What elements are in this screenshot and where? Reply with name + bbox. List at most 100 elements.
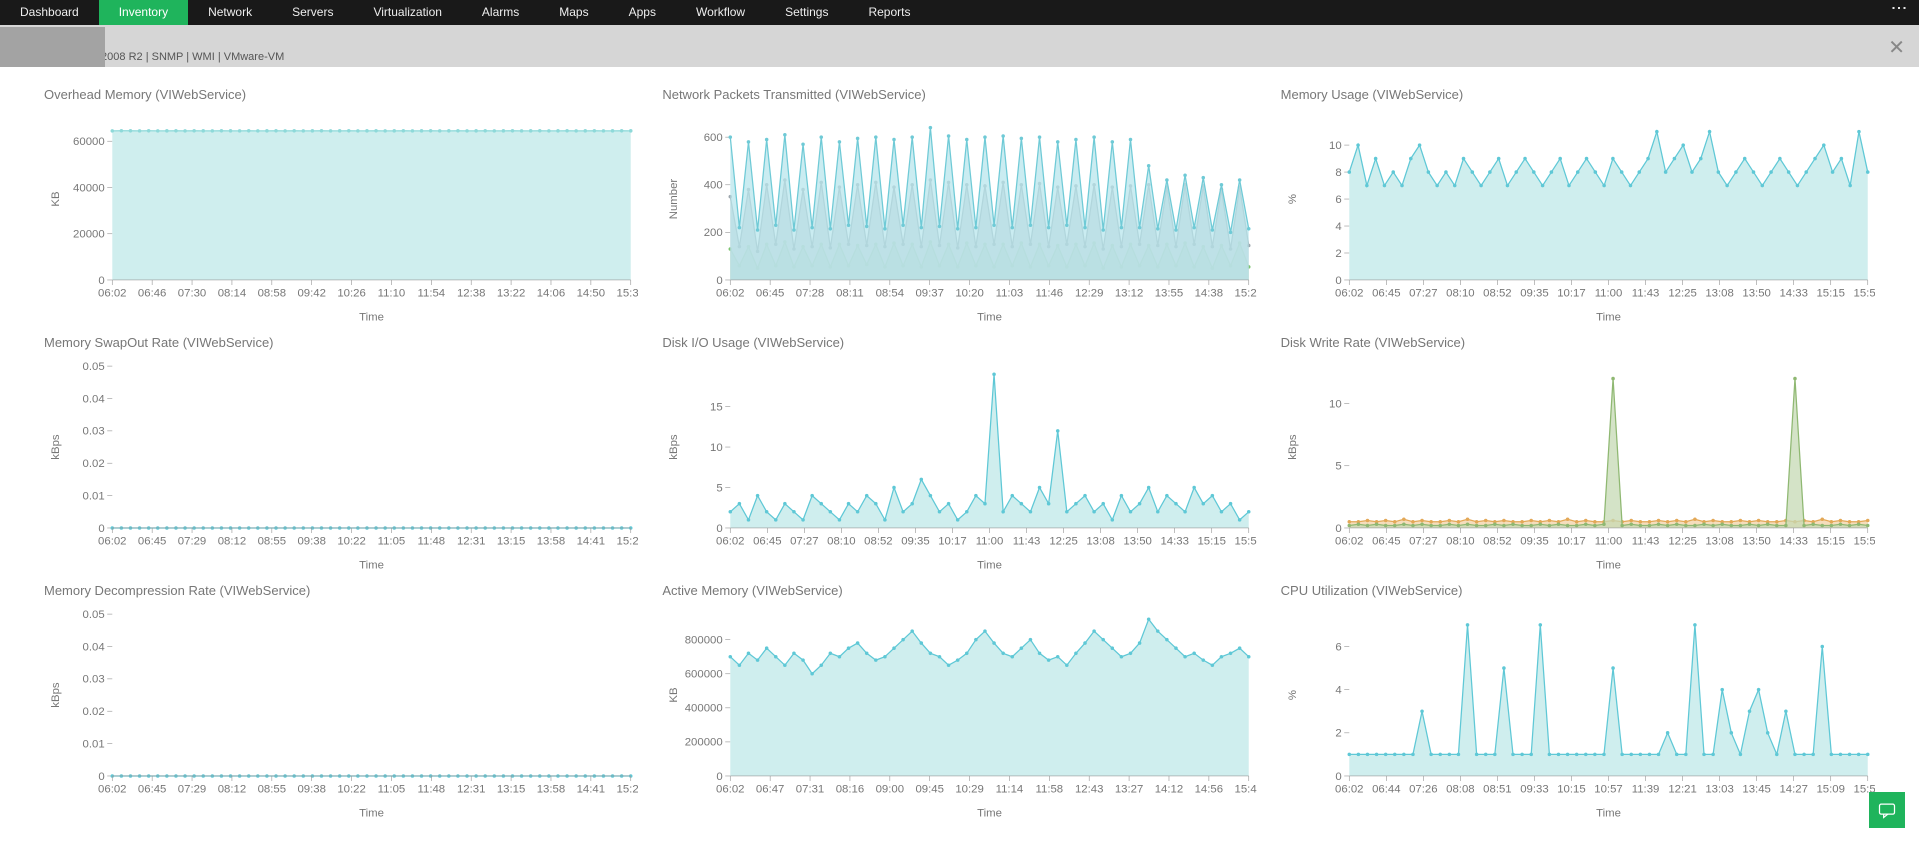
svg-text:08:11: 08:11 [836,287,864,299]
chart-panel-0: Overhead Memory (VIWebService)0200004000… [44,87,638,323]
svg-text:06:02: 06:02 [98,783,126,795]
svg-text:06:02: 06:02 [1335,287,1363,299]
svg-text:12:25: 12:25 [1050,535,1078,547]
svg-text:09:42: 09:42 [297,287,325,299]
chart-body[interactable]: 0200400600Number06:0206:4507:2808:1108:5… [662,108,1256,323]
svg-text:13:50: 13:50 [1124,535,1152,547]
svg-text:10: 10 [710,442,723,454]
svg-text:10: 10 [1329,398,1342,410]
svg-text:12:31: 12:31 [457,783,485,795]
svg-text:11:58: 11:58 [1036,783,1064,795]
svg-text:14:12: 14:12 [1155,783,1183,795]
sub-header-bar: Server | Windows 2008 R2 | SNMP | WMI | … [0,25,1919,67]
chart-body[interactable]: 00.010.020.030.040.05kBps06:0206:4507:29… [44,604,638,819]
svg-text:10:29: 10:29 [956,783,984,795]
svg-text:06:45: 06:45 [138,535,166,547]
chart-body[interactable]: 0246%06:0206:4407:2608:0808:5109:3310:15… [1281,604,1875,819]
nav-item-reports[interactable]: Reports [848,0,930,25]
svg-text:07:27: 07:27 [1409,287,1437,299]
close-icon[interactable]: ✕ [1888,35,1905,60]
chart-panel-7: Active Memory (VIWebService)020000040000… [662,583,1256,819]
chart-title: Disk Write Rate (VIWebService) [1281,335,1875,350]
nav-item-servers[interactable]: Servers [272,0,353,25]
svg-text:06:02: 06:02 [1335,783,1363,795]
nav-item-maps[interactable]: Maps [539,0,608,25]
svg-text:14:33: 14:33 [1161,535,1189,547]
svg-text:0.03: 0.03 [83,674,105,686]
svg-text:06:45: 06:45 [753,535,781,547]
chart-panel-5: Disk Write Rate (VIWebService)0510kBps06… [1281,335,1875,571]
chart-body[interactable]: 00.010.020.030.040.05kBps06:0206:4507:29… [44,356,638,571]
svg-text:06:45: 06:45 [1372,535,1400,547]
svg-text:13:58: 13:58 [537,783,565,795]
svg-text:Time: Time [359,807,384,819]
svg-text:06:44: 06:44 [1372,783,1400,795]
svg-text:08:52: 08:52 [865,535,893,547]
chart-panel-1: Network Packets Transmitted (VIWebServic… [662,87,1256,323]
svg-text:13:15: 13:15 [497,535,525,547]
svg-text:09:35: 09:35 [1520,287,1548,299]
svg-text:0.05: 0.05 [83,609,105,621]
nav-item-apps[interactable]: Apps [609,0,676,25]
svg-text:6: 6 [1335,194,1341,206]
chart-body[interactable]: 051015kBps06:0206:4507:2708:1008:5209:35… [662,356,1256,571]
nav-item-alarms[interactable]: Alarms [462,0,539,25]
svg-text:kBps: kBps [50,682,62,708]
svg-text:11:48: 11:48 [418,783,446,795]
nav-item-workflow[interactable]: Workflow [676,0,765,25]
svg-text:0: 0 [1335,275,1341,287]
nav-item-virtualization[interactable]: Virtualization [353,0,461,25]
chart-panel-6: Memory Decompression Rate (VIWebService)… [44,583,638,819]
svg-text:06:45: 06:45 [1372,287,1400,299]
svg-text:Time: Time [359,559,384,571]
svg-text:0.04: 0.04 [83,393,105,405]
svg-text:600000: 600000 [685,668,723,680]
svg-text:kBps: kBps [669,434,681,460]
chart-body[interactable]: 0246810%06:0206:4507:2708:1008:5209:3510… [1281,108,1875,323]
svg-text:15:15: 15:15 [1816,535,1844,547]
svg-text:08:12: 08:12 [218,535,246,547]
svg-text:11:00: 11:00 [976,535,1004,547]
svg-text:5: 5 [1335,460,1341,472]
svg-text:12:25: 12:25 [1668,535,1696,547]
nav-menu-dots-icon[interactable]: ⋮ [1878,0,1919,25]
chart-body[interactable]: 0200000400000600000800000KB06:0206:4707:… [662,604,1256,819]
svg-text:13:12: 13:12 [1115,287,1143,299]
svg-text:2: 2 [1335,248,1341,260]
chart-svg: 0200400600Number06:0206:4507:2808:1108:5… [662,108,1256,323]
svg-text:14:33: 14:33 [1779,287,1807,299]
svg-text:07:26: 07:26 [1409,783,1437,795]
svg-text:06:46: 06:46 [138,287,166,299]
svg-text:06:02: 06:02 [98,287,126,299]
nav-item-dashboard[interactable]: Dashboard [0,0,99,25]
scroll-area[interactable]: Overhead Memory (VIWebService)0200004000… [0,67,1919,842]
svg-text:08:10: 08:10 [1446,535,1474,547]
svg-text:Time: Time [977,807,1002,819]
svg-text:07:28: 07:28 [796,287,824,299]
svg-text:0: 0 [717,275,723,287]
svg-text:14:41: 14:41 [577,783,605,795]
svg-text:11:43: 11:43 [1631,287,1659,299]
svg-text:13:55: 13:55 [1155,287,1183,299]
svg-text:13:08: 13:08 [1705,287,1733,299]
svg-text:11:00: 11:00 [1594,535,1622,547]
chart-svg: 0246810%06:0206:4507:2708:1008:5209:3510… [1281,108,1875,323]
svg-text:11:14: 11:14 [996,783,1024,795]
svg-text:15:58: 15:58 [1235,535,1257,547]
nav-item-network[interactable]: Network [188,0,272,25]
svg-text:14:41: 14:41 [577,535,605,547]
svg-text:11:03: 11:03 [996,287,1024,299]
chart-body[interactable]: 0200004000060000KB06:0206:4607:3008:1408… [44,108,638,323]
nav-item-inventory[interactable]: Inventory [99,0,188,25]
svg-text:09:35: 09:35 [902,535,930,547]
svg-text:11:43: 11:43 [1013,535,1041,547]
svg-text:%: % [1287,194,1299,204]
svg-text:400000: 400000 [685,703,723,715]
svg-text:14:06: 14:06 [537,287,565,299]
charts-grid: Overhead Memory (VIWebService)0200004000… [0,67,1919,839]
floating-action-button[interactable] [1869,792,1905,828]
svg-text:15:41: 15:41 [1235,783,1257,795]
nav-item-settings[interactable]: Settings [765,0,848,25]
chart-body[interactable]: 0510kBps06:0206:4507:2708:1008:5209:3510… [1281,356,1875,571]
chart-svg: 0246%06:0206:4407:2608:0808:5109:3310:15… [1281,604,1875,819]
